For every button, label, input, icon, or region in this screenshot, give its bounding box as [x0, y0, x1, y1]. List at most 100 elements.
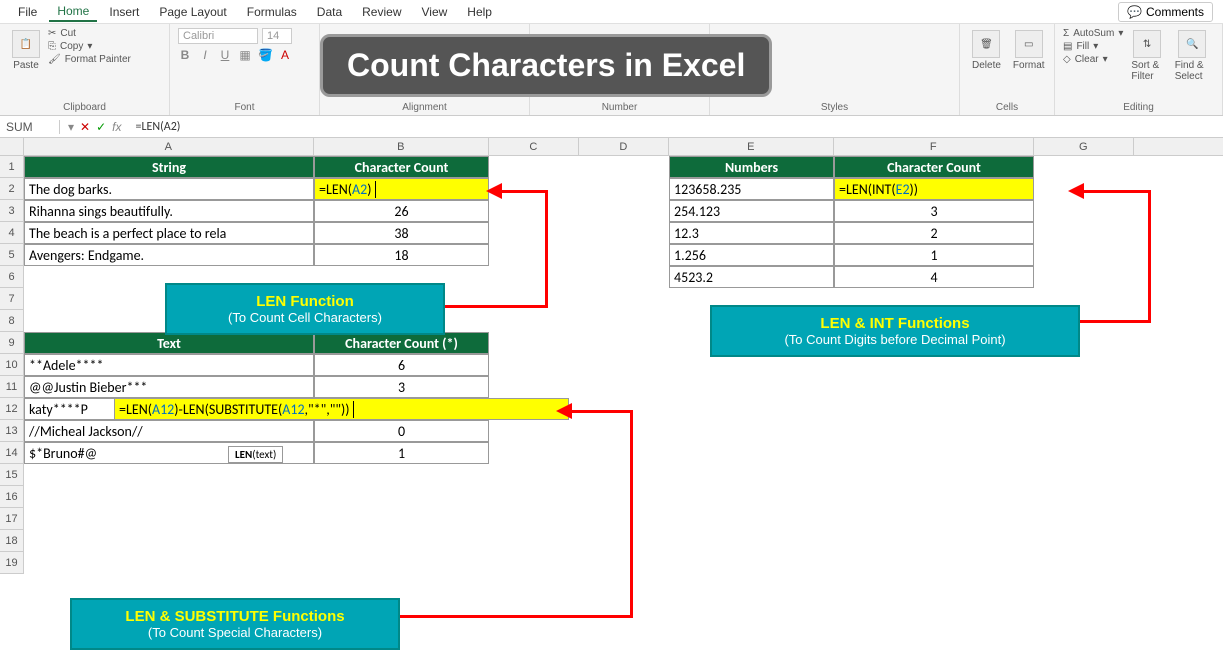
- callout-int-sub: (To Count Digits before Decimal Point): [728, 332, 1062, 347]
- dropdown-icon[interactable]: ▾: [68, 120, 74, 134]
- menu-page-layout[interactable]: Page Layout: [151, 3, 234, 21]
- cell-E3[interactable]: 254.123: [669, 200, 834, 222]
- row-header-9[interactable]: 9: [0, 332, 24, 354]
- name-box[interactable]: SUM: [0, 120, 60, 134]
- cell-B13[interactable]: 0: [314, 420, 489, 442]
- cell-B1[interactable]: Character Count: [314, 156, 489, 178]
- arrow-head-icon: [486, 183, 502, 199]
- row-header-1[interactable]: 1: [0, 156, 24, 178]
- cell-A11[interactable]: @@Justin Bieber***: [24, 376, 314, 398]
- row-header-11[interactable]: 11: [0, 376, 24, 398]
- comments-button[interactable]: 💬 Comments: [1118, 2, 1213, 22]
- cell-F4[interactable]: 2: [834, 222, 1034, 244]
- col-header-A[interactable]: A: [24, 138, 314, 156]
- fill-button[interactable]: ▤Fill ▾: [1063, 41, 1123, 52]
- cell-A3[interactable]: Rihanna sings beautifully.: [24, 200, 314, 222]
- cell-F1[interactable]: Character Count: [834, 156, 1034, 178]
- borders-button[interactable]: ▦: [238, 48, 252, 62]
- row-header-4[interactable]: 4: [0, 222, 24, 244]
- menu-help[interactable]: Help: [459, 3, 500, 21]
- cell-B10[interactable]: 6: [314, 354, 489, 376]
- cell-E6[interactable]: 4523.2: [669, 266, 834, 288]
- fx-icon[interactable]: fx: [112, 120, 121, 134]
- col-header-E[interactable]: E: [669, 138, 834, 156]
- cell-B11[interactable]: 3: [314, 376, 489, 398]
- paste-button[interactable]: 📋 Paste: [8, 28, 44, 73]
- menu-view[interactable]: View: [414, 3, 456, 21]
- menu-formulas[interactable]: Formulas: [239, 3, 305, 21]
- cell-F3[interactable]: 3: [834, 200, 1034, 222]
- cell-B9[interactable]: Character Count (*): [314, 332, 489, 354]
- cell-B2[interactable]: =LEN(A2): [314, 178, 489, 200]
- cell-B14[interactable]: 1: [314, 442, 489, 464]
- cell-A13[interactable]: //Micheal Jackson//: [24, 420, 314, 442]
- row-header-7[interactable]: 7: [0, 288, 24, 310]
- menu-home[interactable]: Home: [49, 2, 97, 22]
- row-header-17[interactable]: 17: [0, 508, 24, 530]
- arrow-line: [400, 615, 633, 618]
- select-all-corner[interactable]: [0, 138, 24, 155]
- cell-A5[interactable]: Avengers: Endgame.: [24, 244, 314, 266]
- cell-E2[interactable]: 123658.235: [669, 178, 834, 200]
- row-header-5[interactable]: 5: [0, 244, 24, 266]
- menu-insert[interactable]: Insert: [101, 3, 147, 21]
- cell-B5[interactable]: 18: [314, 244, 489, 266]
- underline-button[interactable]: U: [218, 48, 232, 62]
- cell-A4[interactable]: The beach is a perfect place to rela: [24, 222, 314, 244]
- formula-overlay-row12[interactable]: =LEN(A12)-LEN(SUBSTITUTE(A12,"*","")): [114, 398, 569, 420]
- cancel-icon[interactable]: ✕: [80, 120, 90, 134]
- row-header-18[interactable]: 18: [0, 530, 24, 552]
- cell-E5[interactable]: 1.256: [669, 244, 834, 266]
- format-painter-button[interactable]: 🖌Format Painter: [48, 54, 131, 65]
- row-header-12[interactable]: 12: [0, 398, 24, 420]
- format-cells-button[interactable]: ▭Format: [1009, 28, 1049, 73]
- row-header-8[interactable]: 8: [0, 310, 24, 332]
- row-header-2[interactable]: 2: [0, 178, 24, 200]
- font-family-select[interactable]: [178, 28, 258, 44]
- cell-F6[interactable]: 4: [834, 266, 1034, 288]
- col-header-C[interactable]: C: [489, 138, 579, 156]
- cell-B3[interactable]: 26: [314, 200, 489, 222]
- menu-file[interactable]: File: [10, 3, 45, 21]
- copy-icon: ⎘: [48, 41, 56, 52]
- delete-cells-button[interactable]: 🗑Delete: [968, 28, 1005, 73]
- col-header-G[interactable]: G: [1034, 138, 1134, 156]
- font-size-select[interactable]: [262, 28, 292, 44]
- copy-button[interactable]: ⎘Copy ▾: [48, 41, 131, 52]
- menu-data[interactable]: Data: [309, 3, 350, 21]
- cell-B4[interactable]: 38: [314, 222, 489, 244]
- font-color-button[interactable]: A: [278, 48, 292, 62]
- cell-F2[interactable]: =LEN(INT(E2)): [834, 178, 1034, 200]
- cell-F5[interactable]: 1: [834, 244, 1034, 266]
- row-header-6[interactable]: 6: [0, 266, 24, 288]
- cell-E4[interactable]: 12.3: [669, 222, 834, 244]
- cell-A1[interactable]: String: [24, 156, 314, 178]
- row-header-16[interactable]: 16: [0, 486, 24, 508]
- clear-button[interactable]: ◇Clear ▾: [1063, 54, 1123, 65]
- menu-review[interactable]: Review: [354, 3, 409, 21]
- col-header-D[interactable]: D: [579, 138, 669, 156]
- row-header-3[interactable]: 3: [0, 200, 24, 222]
- row-header-13[interactable]: 13: [0, 420, 24, 442]
- callout-int: LEN & INT Functions (To Count Digits bef…: [710, 305, 1080, 357]
- row-header-15[interactable]: 15: [0, 464, 24, 486]
- bold-button[interactable]: B: [178, 48, 192, 62]
- autosum-button[interactable]: ΣAutoSum ▾: [1063, 28, 1123, 39]
- row-header-19[interactable]: 19: [0, 552, 24, 574]
- cell-E1[interactable]: Numbers: [669, 156, 834, 178]
- italic-button[interactable]: I: [198, 48, 212, 62]
- sort-filter-button[interactable]: ⇅Sort & Filter: [1127, 28, 1166, 84]
- formula-input[interactable]: =LEN(A2): [130, 120, 1223, 134]
- col-header-F[interactable]: F: [834, 138, 1034, 156]
- cut-button[interactable]: ✂Cut: [48, 28, 131, 39]
- ribbon: 📋 Paste ✂Cut ⎘Copy ▾ 🖌Format Painter Cli…: [0, 24, 1223, 116]
- row-header-10[interactable]: 10: [0, 354, 24, 376]
- row-header-14[interactable]: 14: [0, 442, 24, 464]
- cell-A9[interactable]: Text: [24, 332, 314, 354]
- find-select-button[interactable]: 🔍Find & Select: [1171, 28, 1214, 84]
- cell-A2[interactable]: The dog barks.: [24, 178, 314, 200]
- enter-icon[interactable]: ✓: [96, 120, 106, 134]
- col-header-B[interactable]: B: [314, 138, 489, 156]
- cell-A10[interactable]: **Adele****: [24, 354, 314, 376]
- fill-color-button[interactable]: 🪣: [258, 48, 272, 62]
